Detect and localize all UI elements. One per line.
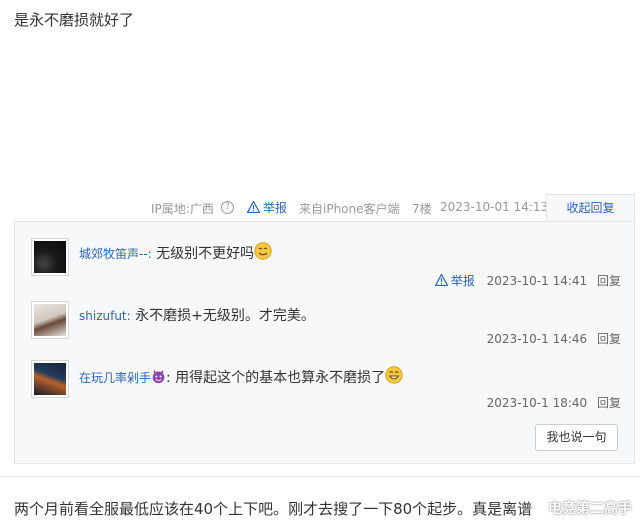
- reply-text: : 用得起这个的基本也算永不磨损了: [166, 370, 386, 386]
- devil-emoji-icon: [152, 369, 165, 384]
- report-label: 举报: [263, 201, 288, 215]
- reply-meta: 2023-10-1 14:46 回复: [487, 330, 621, 347]
- reply-meta: 举报 2023-10-1 14:41 回复: [434, 272, 621, 289]
- reply-list: 城郊牧笛声--: 无级别不更好吗 举报 2023-10-1 14:41 回复 s…: [14, 221, 635, 464]
- reply-report-link[interactable]: 举报: [434, 274, 479, 288]
- post-meta-bar: IP属地:广西 ? 举报 来自iPhone客户端 7楼 2023-10-01 1…: [0, 194, 640, 222]
- post-divider: [0, 476, 640, 477]
- reply-button[interactable]: 回复: [597, 396, 621, 410]
- help-icon[interactable]: ?: [221, 201, 234, 214]
- smile-emoji-icon: [254, 242, 272, 260]
- reply-line: 城郊牧笛声--: 无级别不更好吗: [79, 242, 272, 263]
- post-text: 是永不磨损就好了: [14, 11, 135, 29]
- reply-text: 永不磨损+无级别。才完美。: [130, 308, 315, 324]
- reply-button[interactable]: 回复: [597, 274, 621, 288]
- grin-emoji-icon: [385, 366, 403, 384]
- avatar[interactable]: [31, 238, 69, 276]
- reply-time: 2023-10-1 14:46: [486, 332, 588, 346]
- reply-line: shizufut: 永不磨损+无级别。才完美。: [79, 305, 315, 325]
- report-label: 举报: [450, 274, 475, 288]
- reply-time: 2023-10-1 14:41: [486, 274, 588, 288]
- floor-number: 7楼: [412, 202, 432, 216]
- reply-text: 无级别不更好吗: [151, 246, 255, 262]
- reply-username[interactable]: 在玩几率剁手: [79, 371, 151, 385]
- avatar[interactable]: [31, 360, 69, 398]
- reply-time: 2023-10-1 18:40: [486, 396, 588, 410]
- client-source: 来自iPhone客户端: [299, 202, 400, 216]
- next-post-text: 两个月前看全服最低应该在40个上下吧。刚才去搜了一下80个起步。真是离谱: [14, 500, 533, 518]
- reply-line: 在玩几率剁手 : 用得起这个的基本也算永不磨损了: [79, 366, 403, 387]
- avatar[interactable]: [31, 301, 69, 339]
- add-comment-button[interactable]: 我也说一句: [535, 424, 618, 451]
- collapse-replies-button[interactable]: 收起回复: [546, 194, 635, 222]
- report-link[interactable]: 举报: [247, 199, 287, 216]
- reply-username[interactable]: 城郊牧笛声--:: [79, 247, 152, 261]
- warning-icon: [434, 274, 448, 286]
- watermark: 电竞第二高手: [548, 501, 632, 517]
- reply-username[interactable]: shizufut:: [79, 309, 131, 323]
- warning-icon: [247, 201, 260, 213]
- reply-button[interactable]: 回复: [597, 332, 621, 346]
- post-date: 2023-10-01 14:13: [440, 200, 549, 214]
- ip-location: IP属地:广西: [151, 202, 214, 216]
- reply-meta: 2023-10-1 18:40 回复: [487, 394, 621, 411]
